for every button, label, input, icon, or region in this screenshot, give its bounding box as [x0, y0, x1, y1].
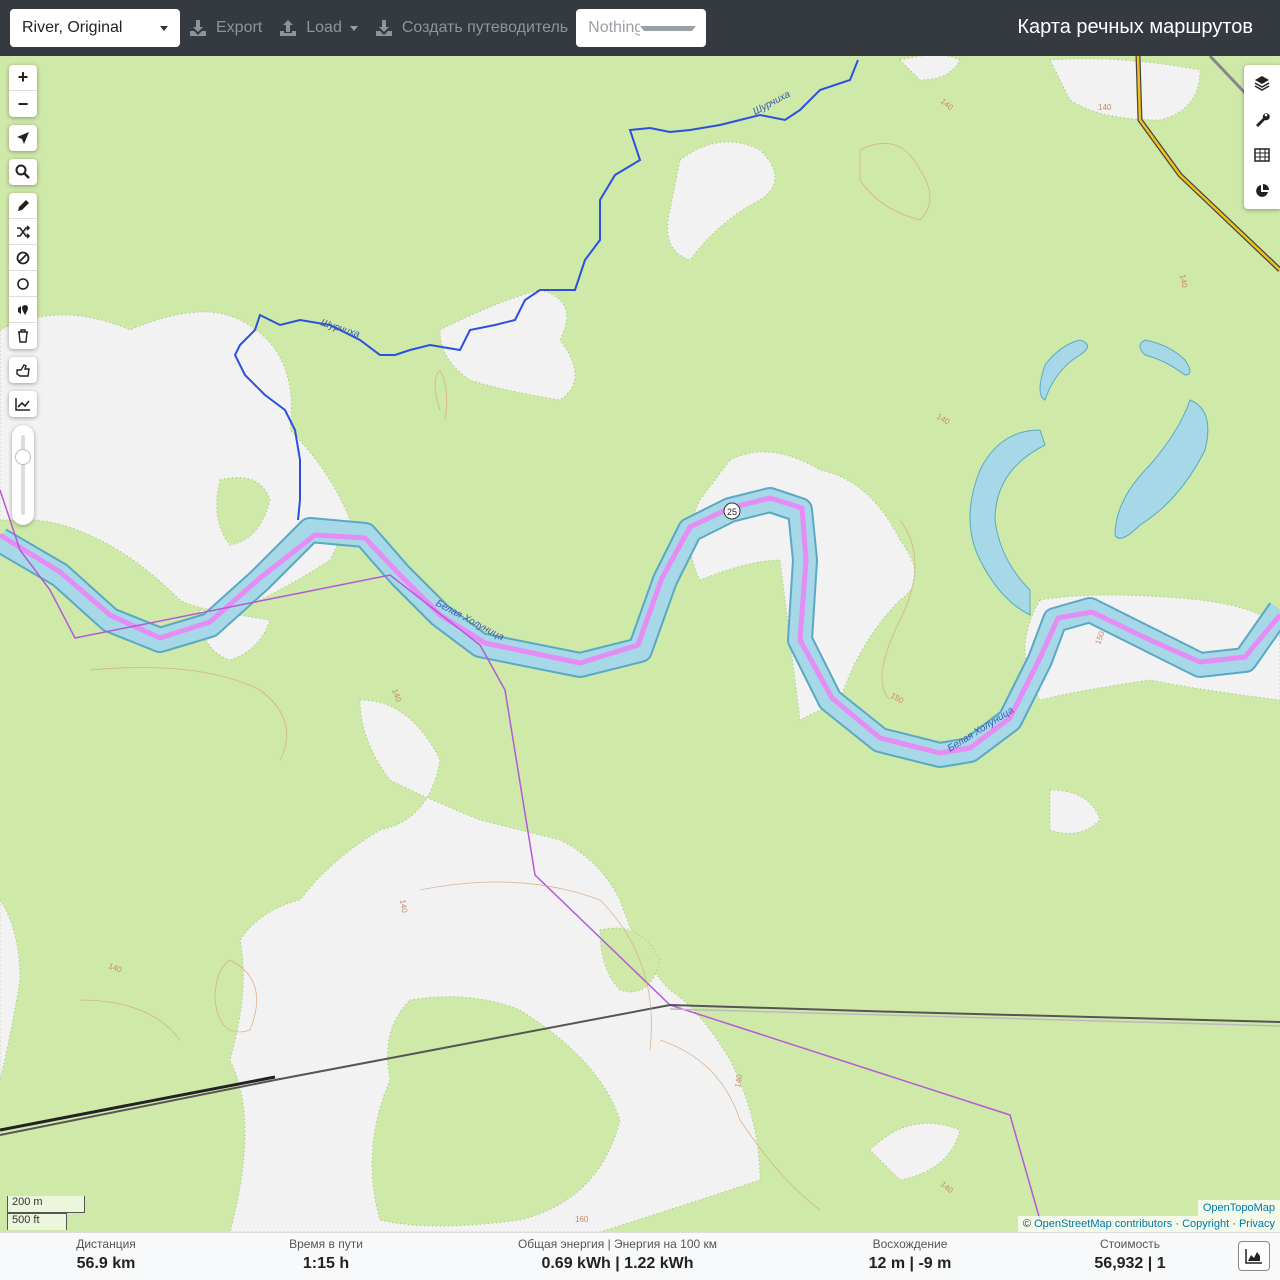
- stat-distance: Дистанция 56.9 km: [56, 1237, 156, 1273]
- route-select-value: Nothing selected: [588, 19, 641, 36]
- stat-distance-value: 56.9 km: [76, 1255, 136, 1272]
- download-icon: [375, 20, 392, 36]
- table-button[interactable]: [1244, 137, 1280, 173]
- pencil-icon: [18, 199, 29, 211]
- stat-energy: Общая энергия | Энергия на 100 км 0.69 k…: [500, 1237, 735, 1273]
- map-canvas[interactable]: 140 140 140 140 140 140 140 140 140 150 …: [0, 56, 1280, 1232]
- opacity-slider[interactable]: [12, 425, 34, 525]
- slider-track: [21, 435, 25, 515]
- scale-metric: 200 m: [7, 1196, 85, 1213]
- upload-icon: [280, 20, 297, 36]
- create-guide-button[interactable]: Создать путеводитель: [374, 9, 568, 47]
- separator: ·: [1232, 1218, 1236, 1230]
- elevation-control: [9, 391, 37, 417]
- map-marker-sound-icon: [18, 304, 28, 315]
- elevation-profile-button[interactable]: [9, 391, 37, 417]
- stat-energy-label: Общая энергия | Энергия на 100 км: [517, 1237, 718, 1251]
- profile-select-value: River, Original: [22, 19, 123, 36]
- profile-select[interactable]: River, Original: [10, 9, 180, 47]
- map-toolbar-left: + −: [9, 65, 37, 525]
- top-navbar: River, Original Export Load Создать путе…: [0, 0, 1280, 56]
- layers-icon: [1254, 76, 1270, 91]
- route-marker-label: 25: [727, 507, 737, 517]
- zoom-out-button[interactable]: −: [9, 91, 37, 117]
- elevation-chart-toggle-button[interactable]: [1238, 1241, 1270, 1271]
- no-go-area-button[interactable]: [9, 245, 37, 271]
- search-control: [9, 159, 37, 185]
- map-toolbar-right: [1244, 65, 1280, 209]
- export-button[interactable]: Export: [188, 9, 262, 47]
- copyright-link[interactable]: Copyright: [1182, 1218, 1229, 1230]
- stat-energy-value: 0.69 kWh | 1.22 kWh: [541, 1255, 694, 1272]
- draw-route-button[interactable]: [9, 193, 37, 219]
- route-select[interactable]: Nothing selected: [576, 9, 707, 47]
- manual-point-button[interactable]: [9, 357, 37, 383]
- trash-icon: [18, 329, 28, 343]
- ban-icon: [16, 251, 30, 264]
- stat-ascent-label: Восхождение: [872, 1237, 948, 1251]
- tiles-attribution-link[interactable]: OpenTopoMap: [1197, 1200, 1280, 1216]
- create-guide-label: Создать путеводитель: [401, 19, 569, 36]
- scale-imperial: 500 ft: [7, 1213, 67, 1230]
- stat-ascent-value: 12 m | -9 m: [868, 1255, 952, 1272]
- route-stats-footer: Дистанция 56.9 km Время в пути 1:15 h Об…: [0, 1232, 1280, 1280]
- line-chart-icon: [15, 398, 30, 411]
- slider-handle[interactable]: [15, 449, 31, 465]
- scale-bar: 200 m 500 ft: [7, 1196, 85, 1230]
- stat-cost-label: Стоимость: [1099, 1237, 1161, 1251]
- search-icon: [15, 164, 30, 179]
- area-chart-icon: [1245, 1249, 1262, 1264]
- circle-icon: [17, 277, 29, 290]
- stat-time: Время в пути 1:15 h: [270, 1237, 382, 1273]
- hand-pointer-icon: [16, 364, 30, 377]
- stat-cost-value: 56,932 | 1: [1094, 1255, 1166, 1272]
- zoom-in-button[interactable]: +: [9, 65, 37, 91]
- contour-label: 140: [1098, 103, 1112, 112]
- locate-button[interactable]: [9, 125, 37, 151]
- shuffle-icon: [17, 224, 30, 239]
- reverse-route-button[interactable]: [9, 219, 37, 245]
- chevron-down-icon: [349, 25, 358, 31]
- stat-distance-label: Дистанция: [76, 1237, 136, 1251]
- copyright-symbol: ©: [1022, 1218, 1032, 1230]
- pie-chart-icon: [1256, 184, 1269, 197]
- chevron-down-icon: [160, 25, 168, 31]
- table-icon: [1254, 148, 1270, 162]
- zoom-control: + −: [9, 65, 37, 117]
- privacy-link[interactable]: Privacy: [1239, 1218, 1275, 1230]
- draw-toolbar: [9, 193, 37, 349]
- contour-label: 160: [575, 1215, 589, 1224]
- locate-control: [9, 125, 37, 151]
- search-button[interactable]: [9, 159, 37, 185]
- manual-control: [9, 357, 37, 383]
- export-label: Export: [216, 19, 263, 36]
- poi-button[interactable]: [9, 297, 37, 323]
- download-icon: [190, 20, 206, 36]
- stat-time-value: 1:15 h: [302, 1255, 350, 1272]
- app-title: Карта речных маршрутов: [1017, 16, 1253, 38]
- stat-time-label: Время в пути: [289, 1237, 363, 1251]
- wrench-icon: [1256, 113, 1270, 127]
- stat-cost: Стоимость 56,932 | 1: [1080, 1237, 1180, 1273]
- location-arrow-icon: [17, 132, 29, 144]
- map-attribution: OpenTopoMap © OpenStreetMap contributors…: [1017, 1200, 1280, 1232]
- stats-button[interactable]: [1244, 173, 1280, 209]
- topo-map: 140 140 140 140 140 140 140 140 140 150 …: [0, 56, 1280, 1232]
- separator: ·: [1175, 1218, 1179, 1230]
- stat-ascent: Восхождение 12 m | -9 m: [850, 1237, 970, 1273]
- load-button[interactable]: Load: [278, 9, 358, 47]
- osm-contributors-link[interactable]: OpenStreetMap contributors: [1034, 1218, 1172, 1230]
- chevron-down-icon: [640, 25, 697, 31]
- layers-button[interactable]: [1244, 65, 1280, 101]
- settings-button[interactable]: [1244, 101, 1280, 137]
- load-label: Load: [306, 19, 342, 36]
- delete-route-button[interactable]: [9, 323, 37, 349]
- circle-button[interactable]: [9, 271, 37, 297]
